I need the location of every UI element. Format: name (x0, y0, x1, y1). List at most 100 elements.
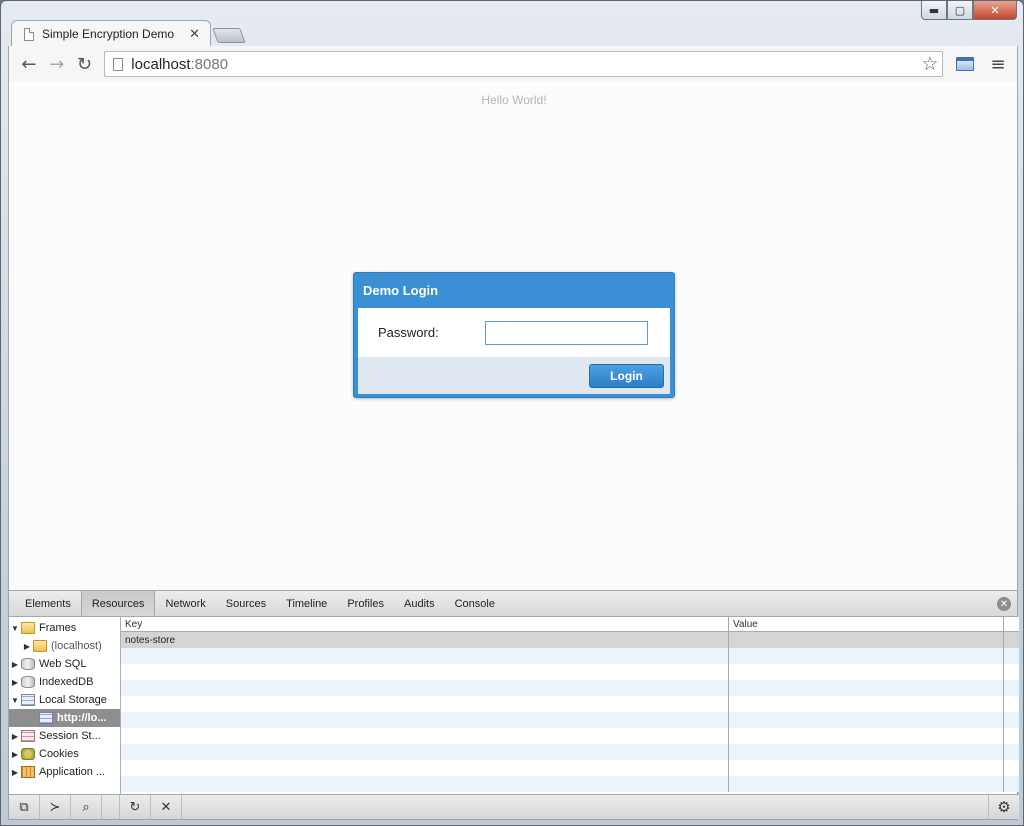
password-label: Password: (378, 325, 439, 340)
browser-toolbar: ← → ↻ localhost:8080 ☆ ≡ (8, 46, 1018, 82)
storage-grid: Key Value notes-store (121, 617, 1019, 795)
tree-item-label: Local Storage (39, 694, 107, 706)
back-button[interactable]: ← (15, 51, 43, 77)
search-icon[interactable]: ⌕ (71, 795, 102, 819)
cookie-icon (21, 748, 35, 760)
collapsed-arrow-icon[interactable]: ▶ (9, 768, 21, 777)
address-bar[interactable]: localhost:8080 ☆ (104, 51, 944, 77)
tree-item-web-sql[interactable]: ▶ Web SQL (9, 655, 120, 673)
devtools-tabbar: Elements Resources Network Sources Timel… (9, 590, 1017, 617)
storage-grid-icon (21, 694, 35, 706)
empty-row (121, 696, 1019, 712)
tree-item-indexeddb[interactable]: ▶ IndexedDB (9, 673, 120, 691)
tab-network[interactable]: Network (155, 591, 215, 616)
login-body: Password: (358, 308, 670, 357)
chrome-menu-button[interactable]: ≡ (985, 51, 1011, 77)
column-header-key[interactable]: Key (121, 617, 729, 631)
reload-button[interactable]: ↻ (71, 51, 99, 77)
empty-cell (121, 664, 729, 680)
browser-window: ▬ ▢ ✕ Simple Encryption Demo ✕ ← → ↻ loc… (0, 0, 1024, 826)
tab-resources[interactable]: Resources (80, 591, 156, 616)
collapsed-arrow-icon[interactable]: ▶ (21, 642, 33, 651)
tree-item-label: Web SQL (39, 658, 87, 670)
tab-audits[interactable]: Audits (394, 591, 445, 616)
close-devtools-icon[interactable]: ✕ (997, 597, 1011, 611)
cell-value[interactable] (729, 632, 1004, 648)
window-controls: ▬ ▢ ✕ (921, 1, 1017, 20)
url-host: localhost (131, 55, 191, 73)
database-icon (21, 676, 35, 688)
expanded-arrow-icon[interactable]: ▼ (9, 696, 21, 705)
refresh-icon[interactable]: ↻ (120, 795, 151, 819)
empty-cell (729, 664, 1004, 680)
tree-item-localhost-frame[interactable]: ▶ (localhost) (9, 637, 120, 655)
minimize-button[interactable]: ▬ (921, 1, 947, 20)
maximize-button[interactable]: ▢ (947, 1, 973, 20)
tab-console[interactable]: Console (445, 591, 505, 616)
tree-item-label: Session St... (39, 730, 101, 742)
delete-icon[interactable]: ✕ (151, 795, 182, 819)
tree-item-application-cache[interactable]: ▶ Application ... (9, 763, 120, 781)
collapsed-arrow-icon[interactable]: ▶ (9, 678, 21, 687)
storage-grid-icon (39, 712, 53, 724)
tree-item-local-storage-origin[interactable]: http://lo... (9, 709, 120, 727)
collapsed-arrow-icon[interactable]: ▶ (9, 660, 21, 669)
page-viewport: Hello World! Demo Login Password: Login (8, 82, 1018, 590)
login-button[interactable]: Login (589, 363, 664, 388)
tree-item-label: Frames (39, 622, 77, 634)
close-tab-icon[interactable]: ✕ (189, 27, 200, 42)
hello-text: Hello World! (481, 93, 547, 107)
collapsed-arrow-icon[interactable]: ▶ (9, 732, 21, 741)
empty-cell (729, 744, 1004, 760)
login-footer: Login (358, 357, 670, 394)
tab-elements[interactable]: Elements (15, 591, 81, 616)
tree-item-label: IndexedDB (39, 676, 94, 688)
empty-row (121, 776, 1019, 792)
empty-row (121, 728, 1019, 744)
collapsed-arrow-icon[interactable]: ▶ (9, 750, 21, 759)
tree-item-cookies[interactable]: ▶ Cookies (9, 745, 120, 763)
tree-item-frames[interactable]: ▼ Frames (9, 619, 120, 637)
tab-title: Simple Encryption Demo (42, 27, 175, 41)
settings-gear-icon[interactable]: ⚙ (988, 795, 1019, 819)
empty-cell (121, 776, 729, 792)
empty-row (121, 648, 1019, 664)
bookmark-star-icon[interactable]: ☆ (921, 53, 938, 75)
expanded-arrow-icon[interactable]: ▼ (9, 624, 21, 633)
tree-item-label: (localhost) (51, 640, 102, 652)
tab-simple-encryption-demo[interactable]: Simple Encryption Demo ✕ (11, 20, 211, 47)
empty-row (121, 760, 1019, 776)
application-cache-icon (21, 766, 35, 778)
folder-icon (33, 640, 47, 652)
tree-item-local-storage[interactable]: ▼ Local Storage (9, 691, 120, 709)
window-extension-icon (956, 57, 975, 71)
empty-cell (729, 648, 1004, 664)
empty-cell (729, 696, 1004, 712)
url-port: :8080 (190, 55, 229, 73)
tab-strip: Simple Encryption Demo ✕ (11, 19, 246, 47)
tab-profiles[interactable]: Profiles (337, 591, 394, 616)
empty-cell (121, 696, 729, 712)
column-header-value[interactable]: Value (729, 617, 1004, 631)
forward-button[interactable]: → (43, 51, 71, 77)
empty-row (121, 664, 1019, 680)
tree-item-session-storage[interactable]: ▶ Session St... (9, 727, 120, 745)
new-tab-button[interactable] (212, 28, 246, 43)
tree-item-label: Application ... (39, 766, 106, 778)
cell-key[interactable]: notes-store (121, 632, 729, 648)
dock-toggle-icon[interactable]: ⧉ (9, 795, 40, 819)
tab-timeline[interactable]: Timeline (276, 591, 337, 616)
table-row[interactable]: notes-store (121, 632, 1019, 648)
extension-button[interactable] (951, 51, 979, 77)
empty-cell (121, 744, 729, 760)
grid-header: Key Value (121, 617, 1019, 632)
resources-sidebar: ▼ Frames ▶ (localhost) ▶ Web SQL ▶ Index… (9, 617, 121, 795)
devtools-panel: Elements Resources Network Sources Timel… (8, 590, 1019, 820)
tab-sources[interactable]: Sources (216, 591, 276, 616)
empty-cell (729, 680, 1004, 696)
password-input[interactable] (485, 320, 648, 345)
empty-cell (729, 760, 1004, 776)
show-console-icon[interactable]: ≻ (40, 795, 71, 819)
login-panel: Demo Login Password: Login (353, 272, 675, 398)
close-window-button[interactable]: ✕ (973, 1, 1017, 20)
